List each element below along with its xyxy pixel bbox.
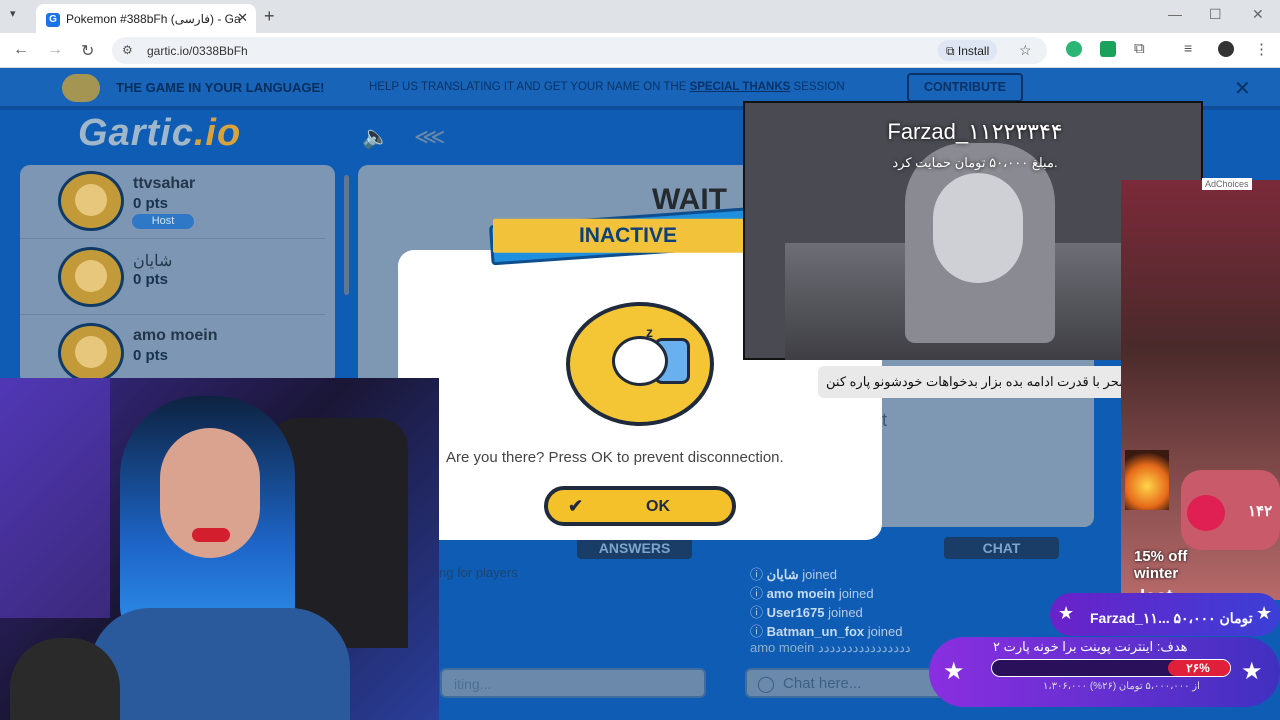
sleeping-face	[612, 336, 668, 386]
player-list-scrollbar[interactable]	[344, 175, 349, 295]
gartic-logo: Gartic.io	[78, 112, 242, 154]
donation-amount: مبلغ ۵۰،۰۰۰ تومان حمایت کرد.	[892, 155, 1058, 170]
goal-subtext: ۱،۳۰۶،۰۰۰ از ۵،۰۰۰،۰۰۰ تومان (۲۶%)	[1043, 681, 1200, 692]
install-label: Install	[957, 44, 990, 58]
chat-input[interactable]: ◯ Chat here...	[745, 668, 945, 698]
adchoices-icon[interactable]: AdChoices	[1202, 178, 1252, 190]
player-row[interactable]: ttvsahar 0 pts Host	[20, 165, 325, 239]
avatar	[58, 171, 124, 231]
ad-text: 15% off winter	[1134, 548, 1188, 582]
player-points: 0 pts	[133, 271, 169, 288]
maximize-icon[interactable]: ☐	[1209, 6, 1222, 23]
minimize-icon[interactable]: —	[1168, 6, 1182, 22]
dialog-message: Are you there? Press OK to prevent disco…	[446, 449, 784, 466]
extension-shield-icon[interactable]	[1100, 41, 1116, 57]
latest-donation-pill: ★ Farzad_۱۱... ۵۰،۰۰۰ تومان ★	[1050, 593, 1280, 636]
sound-icon[interactable]: 🔈	[362, 124, 389, 150]
latest-donation-text: Farzad_۱۱... ۵۰،۰۰۰ تومان	[1090, 610, 1253, 626]
star-icon: ★	[943, 658, 965, 685]
chat-line: amo moein دددددددددددددددد	[750, 640, 911, 655]
chat-line: ⓘ amo moein joined	[750, 586, 874, 601]
browser-toolbar: ← → ↻ ⚙ gartic.io/0338BbFh ⧉ Install ☆ ⧉…	[0, 33, 1280, 68]
donation-goal-widget: ★ هدف: اینترنت پوینت برا خونه پارت ۲ ۲۶%…	[929, 637, 1280, 707]
answers-status: ng for players	[439, 565, 518, 580]
banner-help-text: HELP US TRANSLATING IT AND GET YOUR NAME…	[369, 81, 845, 93]
chat-bubble-icon: ◯	[757, 676, 775, 693]
media-control-icon[interactable]: ≡	[1184, 40, 1192, 56]
chat-line: ⓘ User1675 joined	[750, 605, 863, 620]
check-icon: ✔	[568, 496, 584, 516]
profile-avatar[interactable]	[1218, 41, 1234, 57]
ad-image[interactable]	[1121, 180, 1280, 600]
star-icon: ★	[1058, 603, 1075, 623]
active-tab[interactable]: G Pokemon #388bFh (فارسی) - Ga ✕	[36, 4, 256, 33]
player-name: ttvsahar	[133, 175, 196, 192]
streamer-lips	[192, 528, 230, 542]
back-icon[interactable]: ←	[13, 41, 29, 59]
banner-headline: THE GAME IN YOUR LANGUAGE!	[116, 80, 325, 95]
ok-button[interactable]: ✔ OK	[544, 486, 736, 526]
bookmark-star-icon[interactable]: ☆	[1019, 42, 1032, 59]
site-info-icon[interactable]: ⚙	[122, 43, 133, 57]
goal-percent: ۲۶%	[1186, 661, 1210, 675]
address-bar[interactable]: ⚙ gartic.io/0338BbFh ⧉ Install ☆	[112, 37, 1047, 64]
purple-light	[0, 378, 110, 618]
tab-chat[interactable]: CHAT	[944, 537, 1059, 559]
banner-close-icon[interactable]: ✕	[1234, 76, 1251, 101]
forward-icon[interactable]: →	[47, 41, 63, 59]
tab-title: Pokemon #388bFh (فارسی) - Ga	[66, 12, 241, 26]
chrome-menu-icon[interactable]: ⋮	[1254, 40, 1269, 58]
webcam-overlay	[0, 378, 439, 720]
player-points: 0 pts	[133, 195, 169, 212]
player-row[interactable]: شایان 0 pts	[20, 241, 325, 315]
player-name: amo moein	[133, 327, 218, 344]
reload-icon[interactable]: ↻	[81, 41, 94, 61]
alert-video-face	[933, 173, 1023, 283]
tab-close-icon[interactable]: ✕	[237, 10, 248, 26]
player-points: 0 pts	[133, 347, 169, 364]
chat-placeholder: Chat here...	[783, 675, 862, 692]
ok-label: OK	[646, 498, 670, 515]
player-list: ttvsahar 0 pts Host شایان 0 pts amo moei…	[20, 165, 349, 385]
goal-progress-bar: ۲۶%	[991, 659, 1231, 677]
extensions-puzzle-icon[interactable]: ⧉	[1134, 40, 1145, 57]
special-thanks-link[interactable]: SPECIAL THANKS	[690, 81, 791, 93]
microphone	[10, 638, 120, 720]
gartic-favicon-icon: G	[46, 13, 60, 27]
window-close-icon[interactable]: ✕	[1252, 6, 1264, 23]
install-app-button[interactable]: ⧉ Install	[938, 40, 998, 61]
donor-name: Farzad_۱۱۲۲۳۳۴۴	[887, 119, 1063, 144]
star-icon: ★	[1256, 603, 1273, 623]
goal-title: هدف: اینترنت پوینت برا خونه پارت ۲	[993, 639, 1188, 654]
url-text[interactable]: gartic.io/0338BbFh	[147, 44, 248, 58]
tab-answers[interactable]: ANSWERS	[577, 537, 692, 559]
browser-tab-strip: ▾ G Pokemon #388bFh (فارسی) - Ga ✕ + — ☐…	[0, 0, 1280, 33]
dialog-title: INACTIVE	[492, 218, 763, 253]
host-badge: Host	[132, 214, 194, 229]
answer-input[interactable]: iting...	[440, 668, 706, 698]
tab-search-icon[interactable]: ▾	[10, 7, 16, 20]
player-name: شایان	[133, 253, 173, 270]
avatar	[58, 323, 124, 383]
chat-line: ⓘ شایان joined	[750, 567, 837, 582]
new-tab-icon[interactable]: +	[264, 6, 275, 27]
viewers-icon	[1187, 495, 1225, 531]
zzz-icon: z	[646, 324, 653, 340]
fireplace	[1125, 450, 1169, 510]
chat-line: ⓘ Batman_un_fox joined	[750, 624, 903, 639]
streamer-jacket	[90, 608, 350, 720]
contribute-button[interactable]: CONTRIBUTE	[907, 73, 1023, 102]
star-icon: ★	[1241, 658, 1263, 685]
language-icon	[62, 74, 100, 102]
sleeping-avatar-icon: z	[566, 302, 714, 426]
share-icon[interactable]: ⋘	[414, 124, 445, 150]
donation-message: سحر با قدرت ادامه بده بزار بدخواهات خودش…	[818, 366, 1138, 398]
extension-green-icon[interactable]	[1066, 41, 1082, 57]
avatar	[58, 247, 124, 307]
viewer-count: ۱۴۲	[1248, 503, 1273, 520]
